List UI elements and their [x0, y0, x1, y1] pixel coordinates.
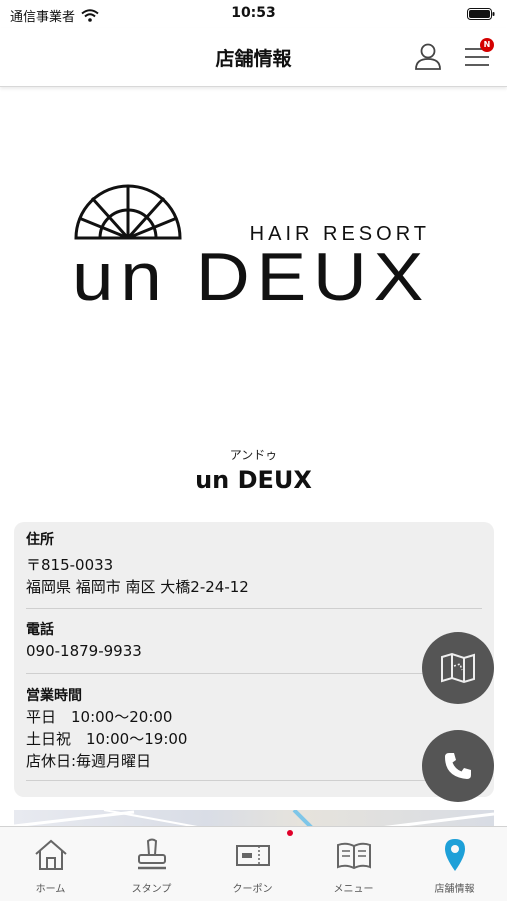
home-icon: [35, 839, 67, 870]
tab-menu[interactable]: メニュー: [303, 827, 404, 901]
map-icon: [441, 652, 475, 684]
map-button[interactable]: [422, 632, 494, 704]
tab-label: ホーム: [35, 884, 66, 895]
call-button[interactable]: [422, 730, 494, 802]
tab-label: 店舗情報: [434, 884, 475, 895]
address-label: 住所: [26, 532, 54, 548]
book-icon: [337, 842, 371, 870]
tab-coupon[interactable]: クーポン: [202, 827, 303, 901]
holiday-text: 店休日:毎週月曜日: [26, 752, 152, 770]
phone-label: 電話: [26, 622, 54, 638]
battery-icon: [467, 8, 495, 20]
shop-name-kana: アンドゥ: [229, 448, 278, 462]
tab-label: スタンプ: [131, 884, 172, 895]
phone-icon: [445, 753, 471, 779]
divider: [26, 673, 482, 674]
status-bar: 通信事業者 10:53: [0, 0, 507, 28]
tab-stamp[interactable]: スタンプ: [101, 827, 202, 901]
hours-section: 営業時間 平日 10:00〜20:00 土日祝 10:00〜19:00 店休日:…: [26, 686, 482, 772]
tab-label: クーポン: [232, 884, 273, 895]
hours-label: 営業時間: [26, 688, 82, 704]
user-icon[interactable]: [412, 40, 444, 72]
tab-bar: ホーム スタンプ クーポン メニュー 店舗情報: [0, 826, 507, 901]
logo-brand: un DEUX: [72, 239, 430, 310]
shop-name: un DEUX: [195, 466, 312, 494]
tab-home[interactable]: ホーム: [0, 827, 101, 901]
status-time: 10:53: [231, 5, 276, 21]
hours-weekday: 平日 10:00〜20:00: [26, 708, 173, 726]
location-pin-icon: [445, 839, 465, 871]
coupon-icon: [236, 845, 270, 866]
coupon-notification-dot: [287, 830, 293, 836]
address-section: 住所 〒815-0033 福岡県 福岡市 南区 大橋2-24-12: [26, 530, 482, 598]
shop-logo: HAIR RESORT un DEUX: [72, 184, 430, 310]
phone-section: 電話 090-1879-9933: [26, 620, 482, 662]
phone-number[interactable]: 090-1879-9933: [26, 640, 482, 662]
address-text[interactable]: 福岡県 福岡市 南区 大橋2-24-12: [26, 576, 482, 598]
divider: [26, 780, 482, 781]
hours-weekend: 土日祝 10:00〜19:00: [26, 730, 188, 748]
stamp-icon: [138, 838, 166, 870]
divider: [26, 608, 482, 609]
notification-badge: N: [480, 38, 494, 52]
tab-label: メニュー: [333, 884, 374, 895]
tab-shop-info[interactable]: 店舗情報: [404, 827, 505, 901]
postal-code: 〒815-0033: [26, 556, 114, 574]
navigation-bar: 店舗情報: [0, 28, 507, 87]
